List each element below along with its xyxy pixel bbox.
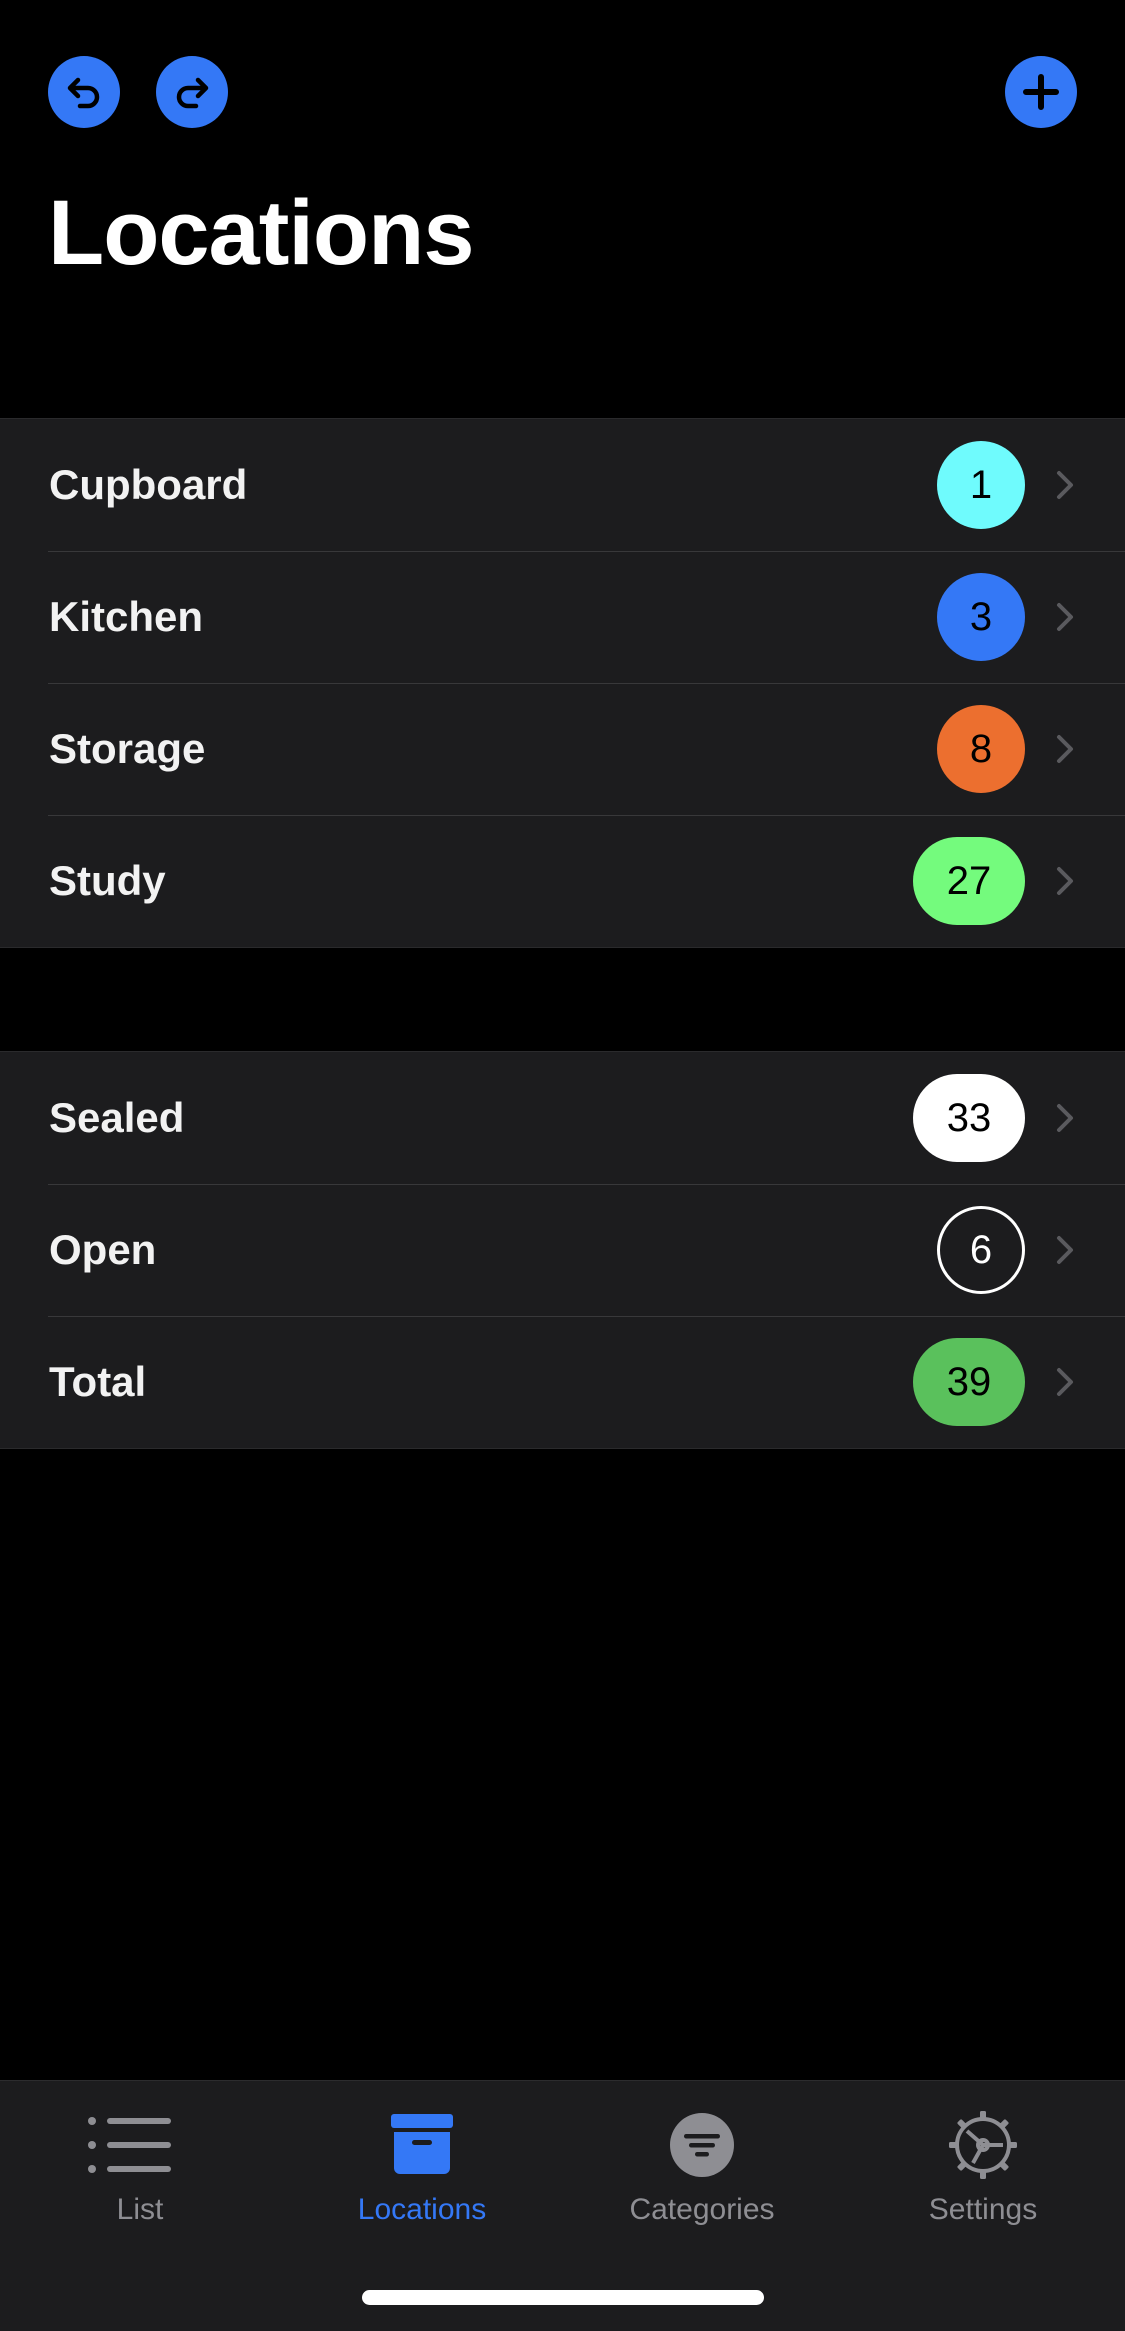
row-label: Study — [49, 857, 166, 904]
chevron-right-icon — [1057, 471, 1073, 499]
locations-list: Cupboard 1 Kitchen 3 Storage 8 Study 27 — [0, 418, 1125, 948]
tab-label: Settings — [928, 2193, 1038, 2226]
count-badge: 27 — [913, 837, 1025, 925]
status-row-sealed[interactable]: Sealed 33 — [0, 1052, 1125, 1184]
row-label: Cupboard — [49, 461, 248, 508]
status-row-open[interactable]: Open 6 — [0, 1184, 1125, 1316]
redo-button[interactable] — [156, 56, 228, 128]
home-indicator[interactable] — [362, 2290, 764, 2305]
redo-icon — [176, 77, 209, 109]
row-label: Storage — [49, 725, 206, 772]
count-badge: 3 — [937, 573, 1025, 661]
tab-locations[interactable]: Locations — [292, 2109, 552, 2227]
add-button[interactable] — [1005, 56, 1077, 128]
tab-list[interactable]: List — [10, 2109, 270, 2227]
chevron-right-icon — [1057, 1104, 1073, 1132]
row-label: Sealed — [49, 1094, 185, 1141]
count-badge: 1 — [937, 441, 1025, 529]
row-label: Total — [49, 1358, 147, 1405]
row-label: Open — [49, 1226, 157, 1273]
chevron-right-icon — [1057, 867, 1073, 895]
tab-label: Categories — [629, 2193, 775, 2226]
page-title: Locations — [48, 182, 474, 284]
chevron-right-icon — [1057, 1368, 1073, 1396]
location-row-kitchen[interactable]: Kitchen 3 — [0, 551, 1125, 683]
chevron-right-icon — [1057, 1236, 1073, 1264]
archive-box-icon — [391, 2114, 453, 2174]
tab-label: List — [116, 2193, 164, 2226]
count-badge: 39 — [913, 1338, 1025, 1426]
location-row-cupboard[interactable]: Cupboard 1 — [0, 419, 1125, 551]
tab-categories[interactable]: Categories — [572, 2109, 832, 2227]
chevron-right-icon — [1057, 735, 1073, 763]
count-badge: 33 — [913, 1074, 1025, 1162]
tab-settings[interactable]: Settings — [853, 2109, 1113, 2227]
list-icon — [88, 2117, 171, 2173]
count-badge: 8 — [937, 705, 1025, 793]
undo-button[interactable] — [48, 56, 120, 128]
gear-icon — [949, 2111, 1017, 2179]
tab-label: Locations — [357, 2193, 487, 2226]
status-row-total[interactable]: Total 39 — [0, 1316, 1125, 1448]
location-row-storage[interactable]: Storage 8 — [0, 683, 1125, 815]
chevron-right-icon — [1057, 603, 1073, 631]
undo-icon — [67, 77, 100, 109]
plus-icon — [1023, 74, 1059, 110]
location-row-study[interactable]: Study 27 — [0, 815, 1125, 947]
row-label: Kitchen — [49, 593, 204, 640]
count-badge: 6 — [937, 1206, 1025, 1294]
status-list: Sealed 33 Open 6 Total 39 — [0, 1051, 1125, 1449]
filter-circle-icon — [670, 2113, 734, 2177]
